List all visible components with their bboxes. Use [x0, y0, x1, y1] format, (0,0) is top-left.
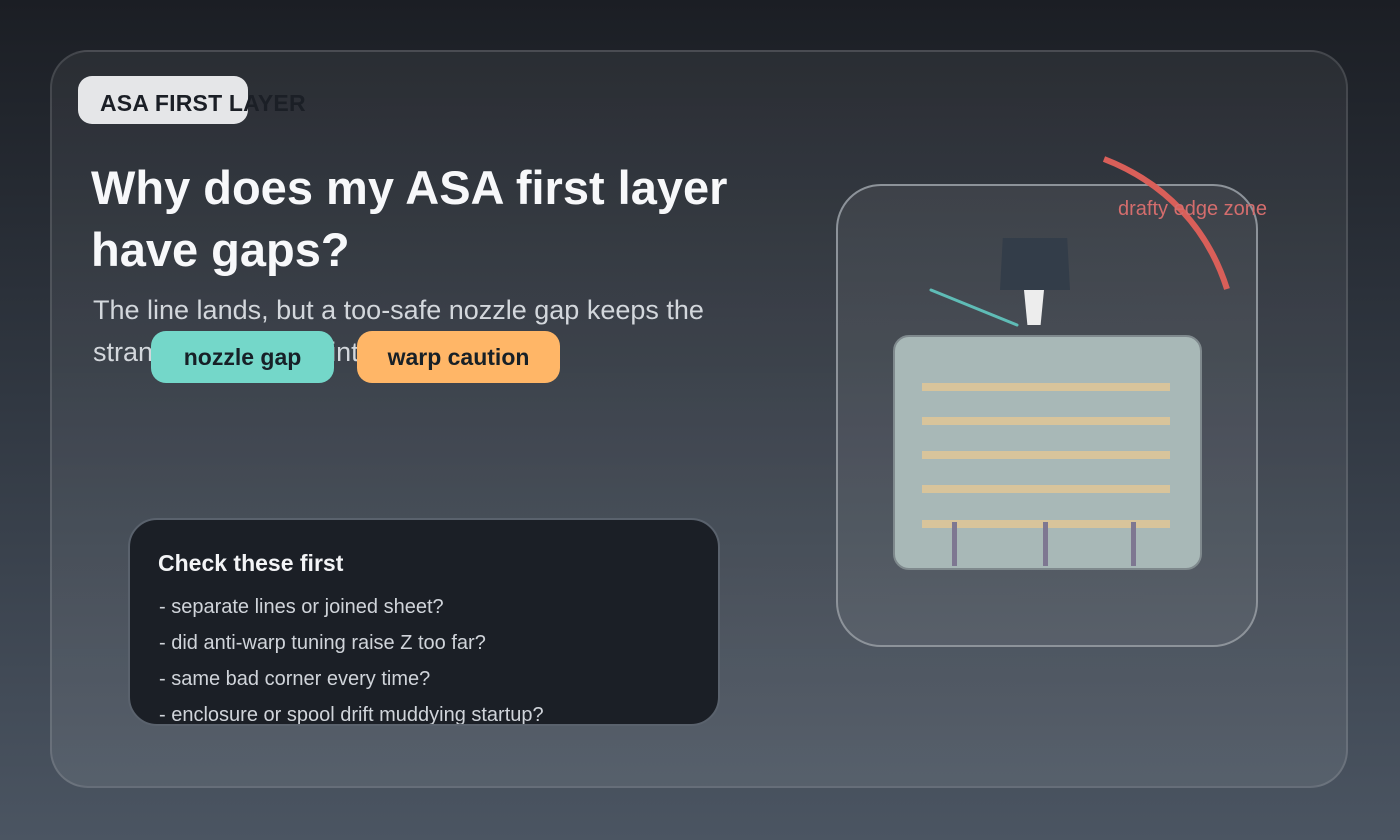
checklist-panel: Check these first - separate lines or jo… — [128, 518, 720, 726]
checklist-item: - did anti-warp tuning raise Z too far? — [159, 632, 486, 654]
filament-strand-icon — [922, 485, 1170, 493]
filament-strand-icon — [922, 451, 1170, 459]
support-pin-icon — [952, 522, 957, 566]
checklist-item: - same bad corner every time? — [159, 668, 431, 690]
support-pin-icon — [1043, 522, 1048, 566]
checklist-item: - enclosure or spool drift muddying star… — [159, 704, 544, 726]
page-title: Why does my ASA first layer have gaps? — [91, 161, 728, 276]
warp-caution-tag: warp caution — [357, 331, 560, 383]
nozzle-gap-tag-label: nozzle gap — [183, 343, 302, 370]
nozzle-gap-tag: nozzle gap — [151, 331, 334, 383]
warp-caution-tag-label: warp caution — [387, 343, 530, 370]
nozzle-icon — [1000, 238, 1070, 290]
nozzle-tip-icon — [1024, 290, 1044, 325]
filament-strand-icon — [922, 417, 1170, 425]
first-layer-illustration — [836, 184, 1258, 647]
print-bed-icon — [893, 335, 1202, 570]
support-pin-icon — [1131, 522, 1136, 566]
checklist-title: Check these first — [158, 550, 344, 576]
filament-strand-icon — [922, 383, 1170, 391]
checklist-item: - separate lines or joined sheet? — [159, 596, 444, 618]
eyebrow-label: ASA FIRST LAYER — [100, 90, 306, 116]
drafty-edge-zone-label: drafty edge zone — [1118, 198, 1267, 220]
main-card: ASA FIRST LAYER Why does my ASA first la… — [50, 50, 1348, 788]
